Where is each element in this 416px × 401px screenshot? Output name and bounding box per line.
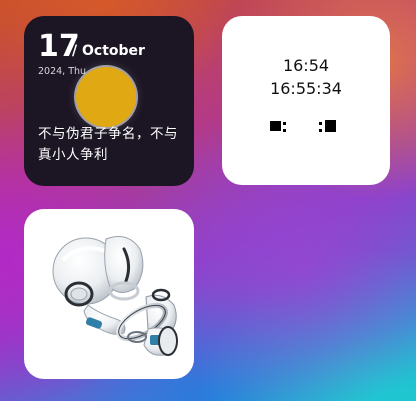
sun-icon xyxy=(76,67,136,127)
calendar-date-line: 2024, Thu xyxy=(38,66,87,77)
clock-time-short: 16:54 xyxy=(282,56,330,75)
calendar-month: / October xyxy=(72,43,145,59)
robot-illustration-icon xyxy=(52,236,178,356)
clock-time-full: 16:55:34 xyxy=(270,79,342,98)
calendar-quote: 不与伪君子争名，不与真小人争利 xyxy=(38,126,178,163)
robot-image-widget[interactable] xyxy=(24,209,194,379)
clock-widget[interactable]: 16:54 16:55:34 xyxy=(222,16,390,185)
calendar-widget[interactable]: 17 / October 2024, Thu 不与伪君子争名，不与真小人争利 xyxy=(24,16,194,186)
